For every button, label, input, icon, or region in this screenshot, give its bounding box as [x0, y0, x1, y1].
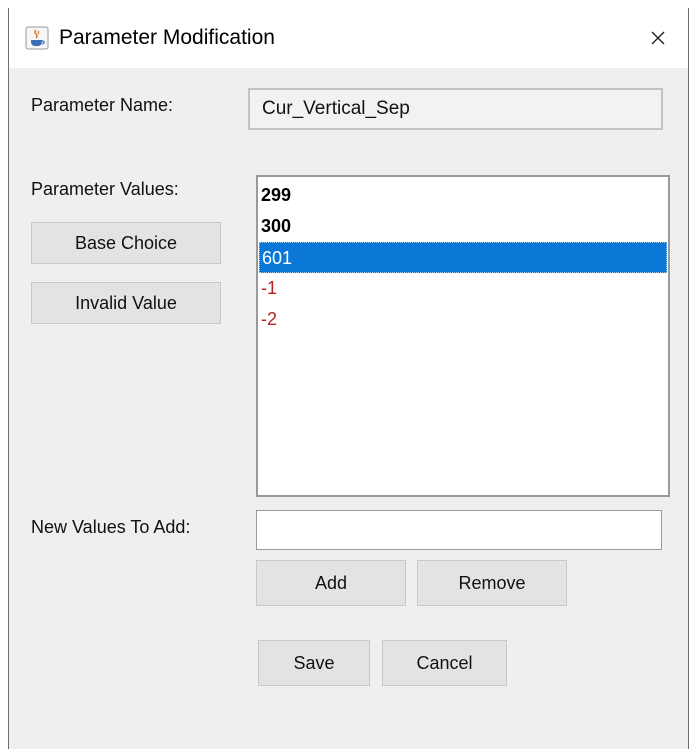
list-item[interactable]: -2	[259, 304, 667, 335]
parameter-values-label: Parameter Values:	[31, 179, 179, 199]
window-title: Parameter Modification	[59, 26, 275, 49]
new-values-input[interactable]	[256, 510, 662, 550]
title-bar: Parameter Modification	[9, 8, 688, 68]
list-item[interactable]: -1	[259, 273, 667, 304]
save-button[interactable]: Save	[258, 640, 370, 686]
parameter-values-list[interactable]: 299 300 601 -1 -2	[256, 175, 670, 497]
parameter-modification-dialog: Parameter Modification Parameter Name: C…	[8, 8, 689, 749]
new-values-label: New Values To Add:	[31, 517, 191, 537]
list-item[interactable]: 299	[259, 180, 667, 211]
list-item-selected[interactable]: 601	[259, 242, 667, 273]
close-button[interactable]	[628, 8, 688, 68]
cancel-button[interactable]: Cancel	[382, 640, 507, 686]
parameter-name-field: Cur_Vertical_Sep	[248, 88, 663, 130]
parameter-name-label: Parameter Name:	[31, 95, 174, 115]
base-choice-button[interactable]: Base Choice	[31, 222, 221, 264]
add-button[interactable]: Add	[256, 560, 406, 606]
remove-button[interactable]: Remove	[417, 560, 567, 606]
list-item[interactable]: 300	[259, 211, 667, 242]
invalid-value-button[interactable]: Invalid Value	[31, 282, 221, 324]
close-icon	[651, 31, 665, 45]
parameter-name-value: Cur_Vertical_Sep	[262, 98, 410, 119]
java-cup-icon	[25, 26, 49, 50]
